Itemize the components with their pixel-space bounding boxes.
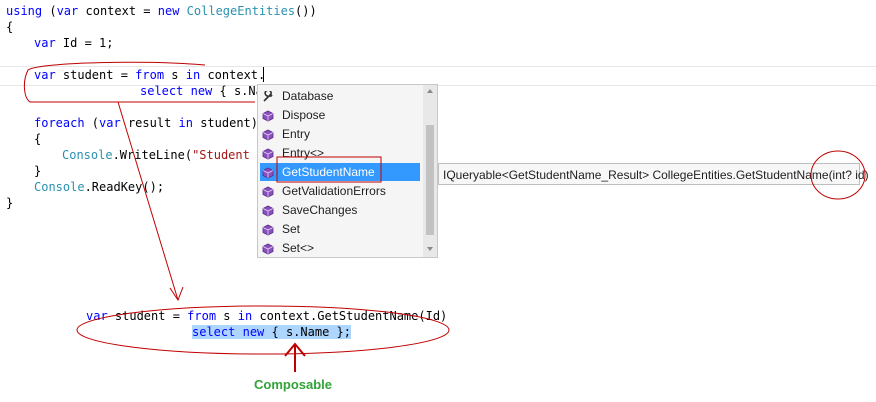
param-circle: [810, 150, 866, 200]
annotation-overlay: [23, 61, 866, 372]
annotation-arrow-line: [117, 101, 179, 301]
annotation-loop-top: [23, 61, 255, 103]
annotation-ellipse-bottom: [76, 305, 450, 355]
selected-item-highlight-box: [276, 156, 382, 183]
